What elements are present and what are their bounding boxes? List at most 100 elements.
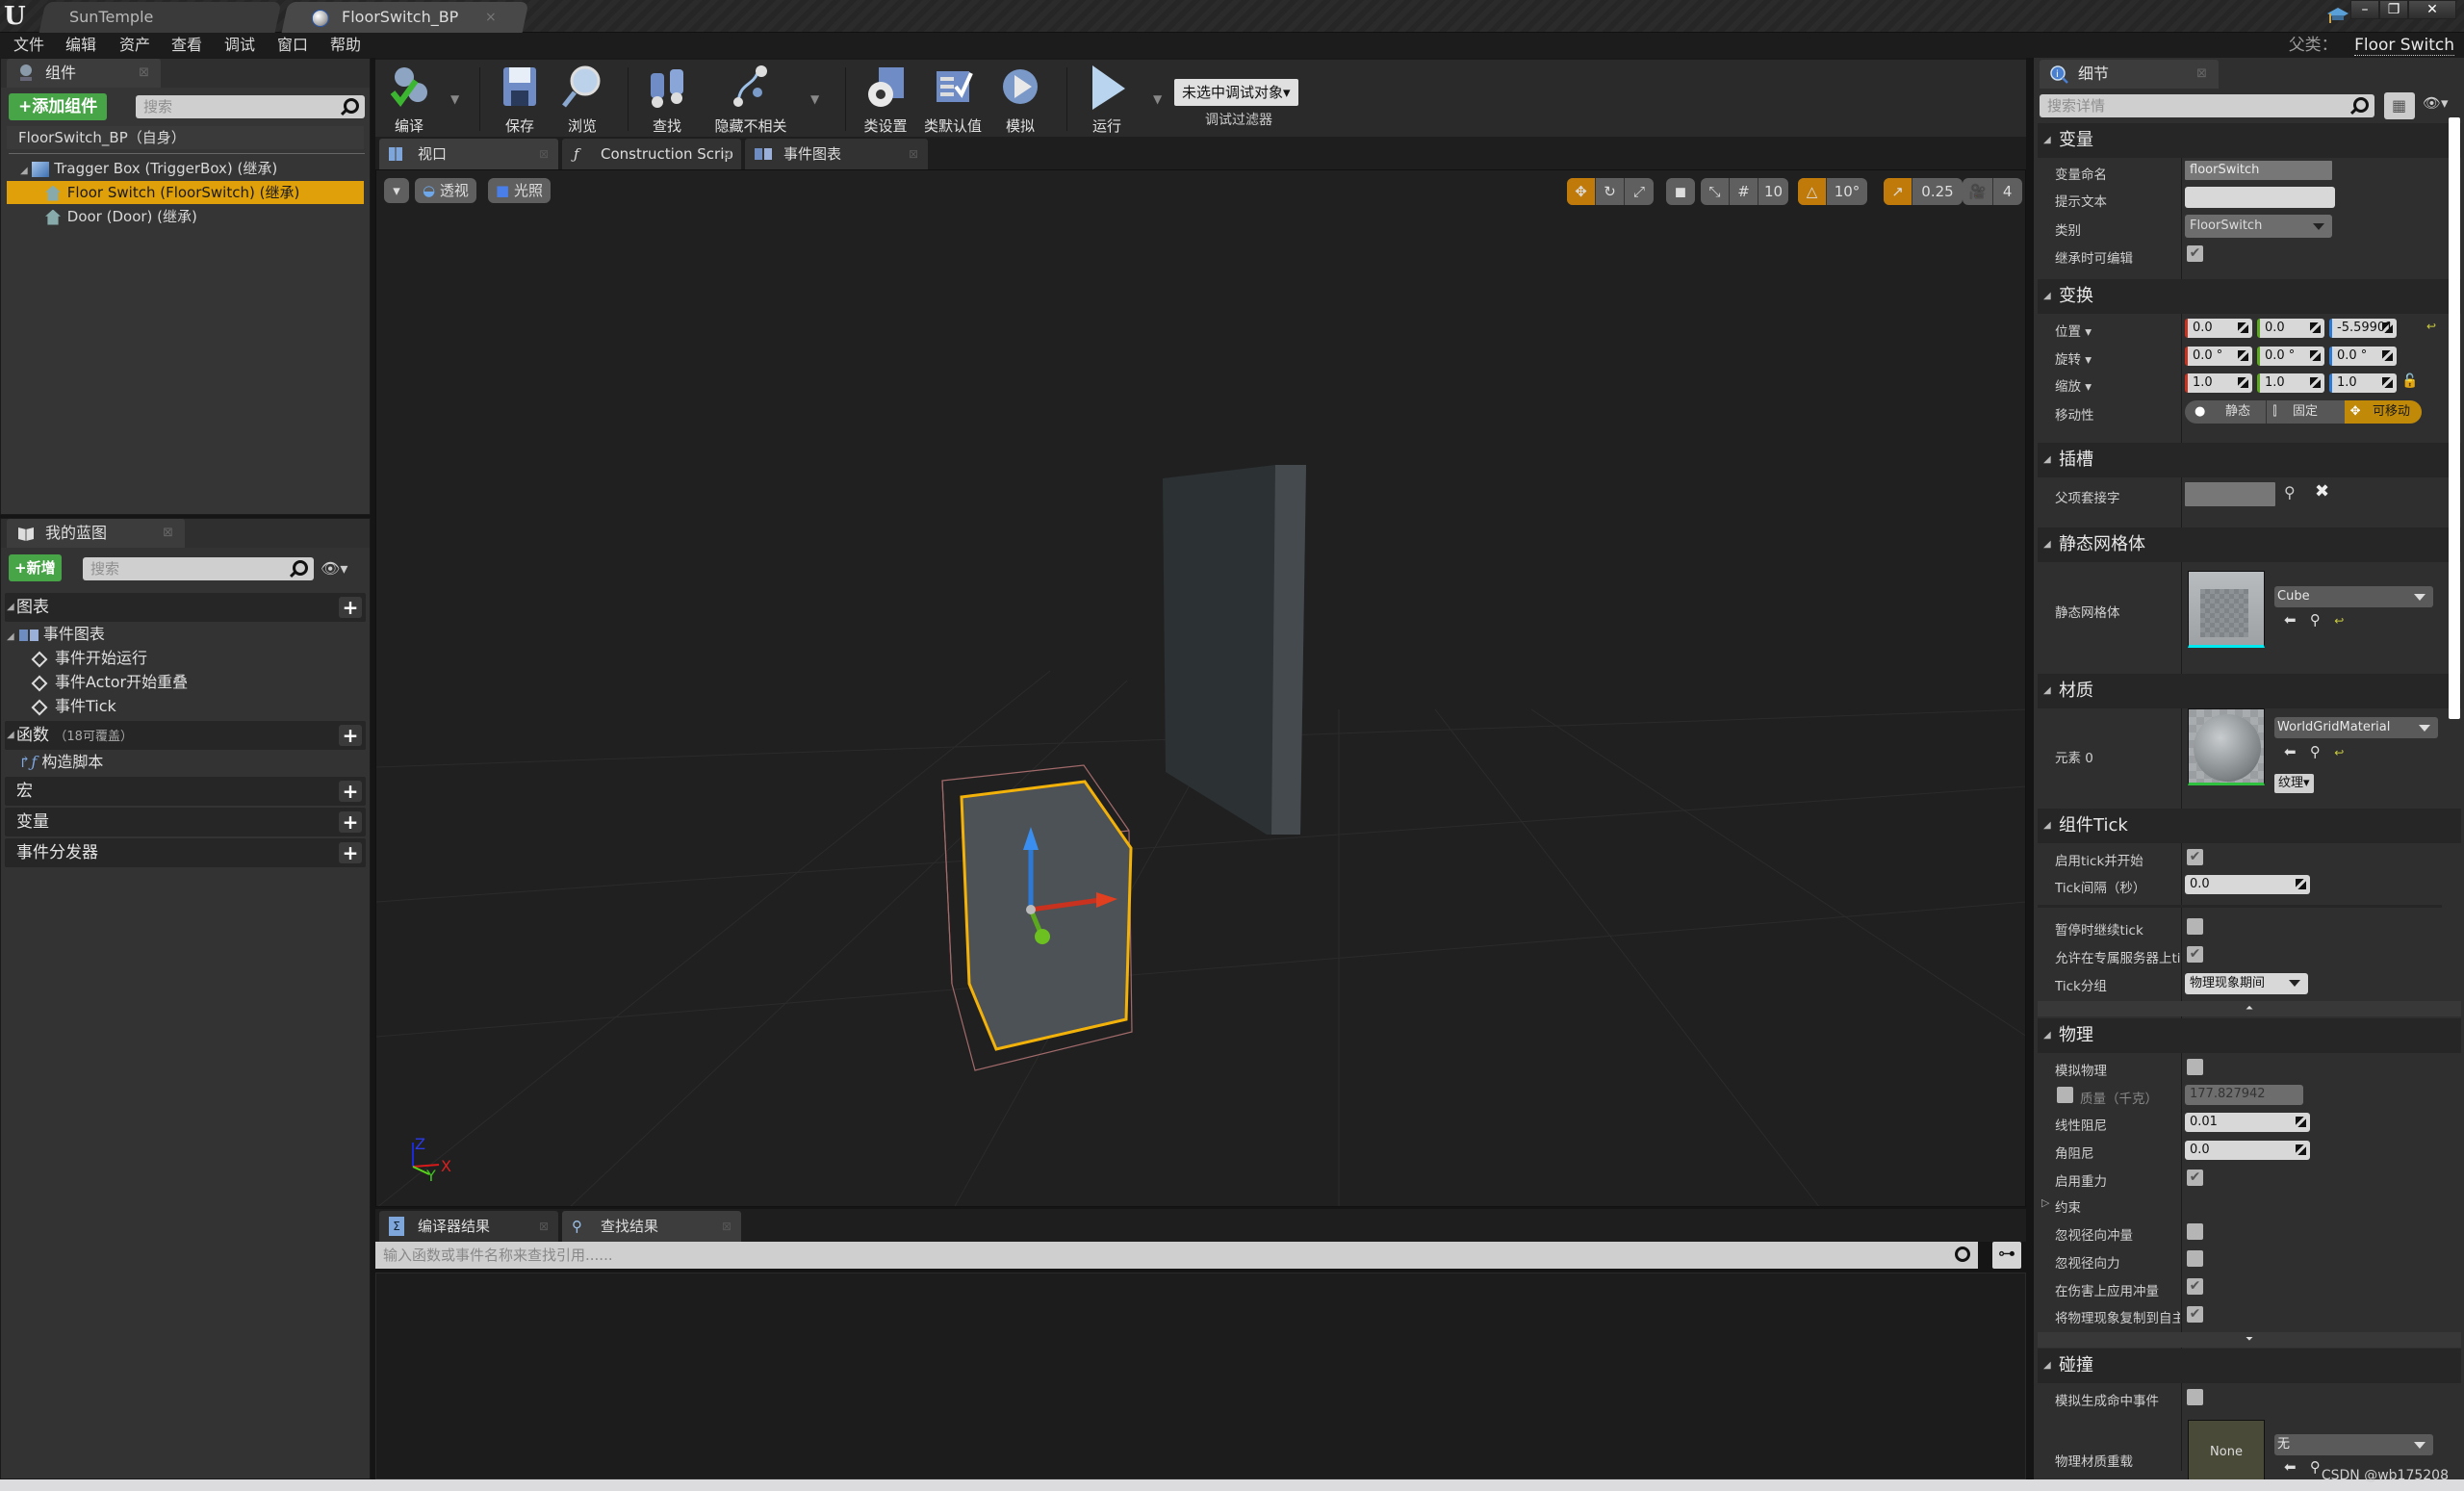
- lock-scale-icon[interactable]: 🔓: [2401, 373, 2418, 389]
- spin-handle-icon[interactable]: [2238, 350, 2248, 361]
- menu-view[interactable]: 查看: [171, 33, 202, 58]
- rotation-y-input[interactable]: 0.0 °: [2257, 347, 2324, 366]
- menu-asset[interactable]: 资产: [119, 33, 150, 58]
- save-button[interactable]: 保存: [486, 64, 553, 136]
- scale-snap-value[interactable]: 0.25: [1912, 178, 1963, 205]
- reset-to-default-icon[interactable]: ↩: [2334, 614, 2344, 628]
- use-selected-arrow-icon[interactable]: ⬅: [2284, 1458, 2297, 1476]
- details-scrollbar[interactable]: [2449, 117, 2460, 719]
- ignore-radial-force-checkbox[interactable]: [2187, 1250, 2203, 1267]
- tick-group-dropdown[interactable]: 物理现象期间: [2185, 973, 2308, 994]
- close-tab-icon[interactable]: ⊠: [539, 1211, 549, 1242]
- rotate-mode-icon[interactable]: ↻: [1596, 178, 1625, 205]
- menu-debug[interactable]: 调试: [224, 33, 255, 58]
- scale-z-input[interactable]: 1.0: [2329, 373, 2397, 393]
- event-graph-item[interactable]: ◢ 事件图表: [5, 622, 366, 646]
- lit-mode-button[interactable]: ■ 光照: [488, 178, 551, 203]
- clear-socket-x-icon[interactable]: ✖: [2315, 481, 2329, 501]
- tutorial-cap-icon[interactable]: [2327, 6, 2348, 25]
- restore-button[interactable]: ❐: [2379, 0, 2408, 19]
- parent-socket-field[interactable]: [2185, 482, 2275, 506]
- mobility-movable-button[interactable]: ✥ 可移动: [2344, 400, 2422, 424]
- browse-search-icon[interactable]: ⚲: [2310, 611, 2321, 629]
- static-mesh-thumbnail[interactable]: [2188, 571, 2265, 648]
- tree-item-trigger-box[interactable]: ◢ Tragger Box (TriggerBox) (继承): [7, 157, 364, 180]
- expand-constraints-icon[interactable]: ▷: [2041, 1196, 2049, 1209]
- scale-y-input[interactable]: 1.0: [2257, 373, 2324, 393]
- unreal-logo-icon[interactable]: U: [4, 2, 31, 31]
- tree-item-floor-switch[interactable]: Floor Switch (FloorSwitch) (继承): [7, 181, 364, 204]
- ignore-radial-impulse-checkbox[interactable]: [2187, 1223, 2203, 1240]
- expand-advanced-button[interactable]: ⏷: [2038, 1332, 2461, 1348]
- section-physics[interactable]: ◢ 物理: [2038, 1018, 2461, 1053]
- section-transform[interactable]: ◢ 变换: [2038, 279, 2461, 314]
- static-mesh-dropdown[interactable]: Cube: [2274, 586, 2433, 607]
- angular-damping-input[interactable]: 0.0: [2185, 1141, 2310, 1160]
- spin-handle-icon[interactable]: [2310, 377, 2321, 388]
- find-button[interactable]: 查找: [633, 64, 701, 136]
- scale-snap-icon[interactable]: ↗: [1884, 178, 1912, 205]
- collapse-advanced-button[interactable]: ⏶: [2038, 1001, 2461, 1016]
- play-options-caret[interactable]: ▼: [1153, 92, 1162, 106]
- menu-window[interactable]: 窗口: [277, 33, 308, 58]
- menu-edit[interactable]: 编辑: [65, 33, 96, 58]
- browse-socket-search-icon[interactable]: ⚲: [2284, 483, 2296, 501]
- tick-paused-checkbox[interactable]: [2187, 918, 2203, 935]
- camera-speed-value[interactable]: 4: [1993, 178, 2022, 205]
- close-window-button[interactable]: ✕: [2408, 0, 2456, 19]
- add-new-button[interactable]: +新增: [9, 554, 62, 581]
- category-variables[interactable]: 变量 +: [5, 808, 366, 836]
- location-x-input[interactable]: 0.0: [2185, 319, 2252, 338]
- category-dropdown[interactable]: FloorSwitch: [2185, 215, 2332, 238]
- compile-options-caret[interactable]: ▼: [450, 92, 459, 106]
- rotation-snap-value[interactable]: 10°: [1827, 178, 1867, 205]
- category-macros[interactable]: 宏 +: [5, 777, 366, 806]
- close-tab-icon[interactable]: ⊠: [139, 59, 149, 88]
- use-selected-arrow-icon[interactable]: ⬅: [2284, 743, 2297, 760]
- add-component-button[interactable]: +添加组件: [9, 93, 108, 120]
- constraints-label[interactable]: 约束: [2055, 1196, 2180, 1216]
- grid-snap-icon[interactable]: #: [1730, 178, 1758, 205]
- expand-triangle-icon[interactable]: ◢: [20, 166, 28, 176]
- tick-interval-input[interactable]: 0.0: [2185, 875, 2310, 894]
- add-variable-button[interactable]: +: [339, 811, 362, 833]
- doc-tab-floorswitch[interactable]: FloorSwitch_BP ×: [281, 2, 529, 33]
- parent-class-link[interactable]: Floor Switch: [2354, 36, 2454, 56]
- browse-search-icon[interactable]: ⚲: [2310, 743, 2321, 760]
- spin-handle-icon[interactable]: [2310, 322, 2321, 333]
- perspective-button[interactable]: ◒ 透视: [415, 178, 476, 203]
- section-component-tick[interactable]: ◢ 组件Tick: [2038, 809, 2461, 843]
- tree-item-door[interactable]: Door (Door) (继承): [7, 205, 364, 228]
- doc-tab-suntemple[interactable]: SunTemple: [38, 2, 282, 33]
- mobility-stationary-button[interactable]: ⫿ 固定: [2266, 400, 2344, 424]
- event-item-tick[interactable]: 事件Tick: [5, 694, 366, 718]
- location-y-input[interactable]: 0.0: [2257, 319, 2324, 338]
- mobility-static-button[interactable]: ● 静态: [2185, 400, 2266, 424]
- event-item-begin-play[interactable]: 事件开始运行: [5, 646, 366, 670]
- blueprint-search-input[interactable]: 搜索: [83, 557, 314, 580]
- viewport-3d[interactable]: Z X Y ▾ ◒ 透视 ■ 光照 ✥ ↻ ⤢ ◼ ⤡ # 10 △ 10° ↗…: [375, 169, 2026, 1207]
- linear-damping-input[interactable]: 0.01: [2185, 1113, 2310, 1132]
- material-thumbnail[interactable]: [2188, 708, 2265, 785]
- textures-dropdown[interactable]: 纹理▾: [2274, 774, 2314, 793]
- section-static-mesh[interactable]: ◢ 静态网格体: [2038, 527, 2461, 562]
- event-item-actor-begin-overlap[interactable]: 事件Actor开始重叠: [5, 670, 366, 694]
- add-graph-button[interactable]: +: [339, 597, 362, 618]
- spin-handle-icon[interactable]: [2382, 350, 2393, 361]
- spin-handle-icon[interactable]: [2310, 350, 2321, 361]
- debug-object-select[interactable]: 未选中调试对象▾: [1174, 79, 1298, 106]
- find-references-input[interactable]: 输入函数或事件名称来查找引用......: [375, 1242, 1978, 1269]
- category-event-dispatchers[interactable]: 事件分发器 +: [5, 838, 366, 867]
- editable-checkbox[interactable]: ✔: [2187, 245, 2203, 262]
- mass-input[interactable]: 177.827942: [2185, 1085, 2303, 1105]
- material-dropdown[interactable]: WorldGridMaterial: [2274, 717, 2438, 738]
- phys-material-dropdown[interactable]: 无: [2274, 1434, 2433, 1455]
- gravity-checkbox[interactable]: ✔: [2187, 1170, 2203, 1186]
- close-tab-icon[interactable]: ⊠: [722, 1211, 732, 1242]
- close-tab-icon[interactable]: ⊠: [539, 139, 549, 169]
- apply-impulse-damage-checkbox[interactable]: ✔: [2187, 1278, 2203, 1295]
- tab-compiler-results[interactable]: Σ 编译器结果 ⊠: [379, 1211, 558, 1242]
- minimize-button[interactable]: –: [2350, 0, 2379, 19]
- tab-event-graph[interactable]: 事件图表 ⊠: [745, 139, 928, 169]
- location-z-input[interactable]: -5.59901: [2329, 319, 2397, 338]
